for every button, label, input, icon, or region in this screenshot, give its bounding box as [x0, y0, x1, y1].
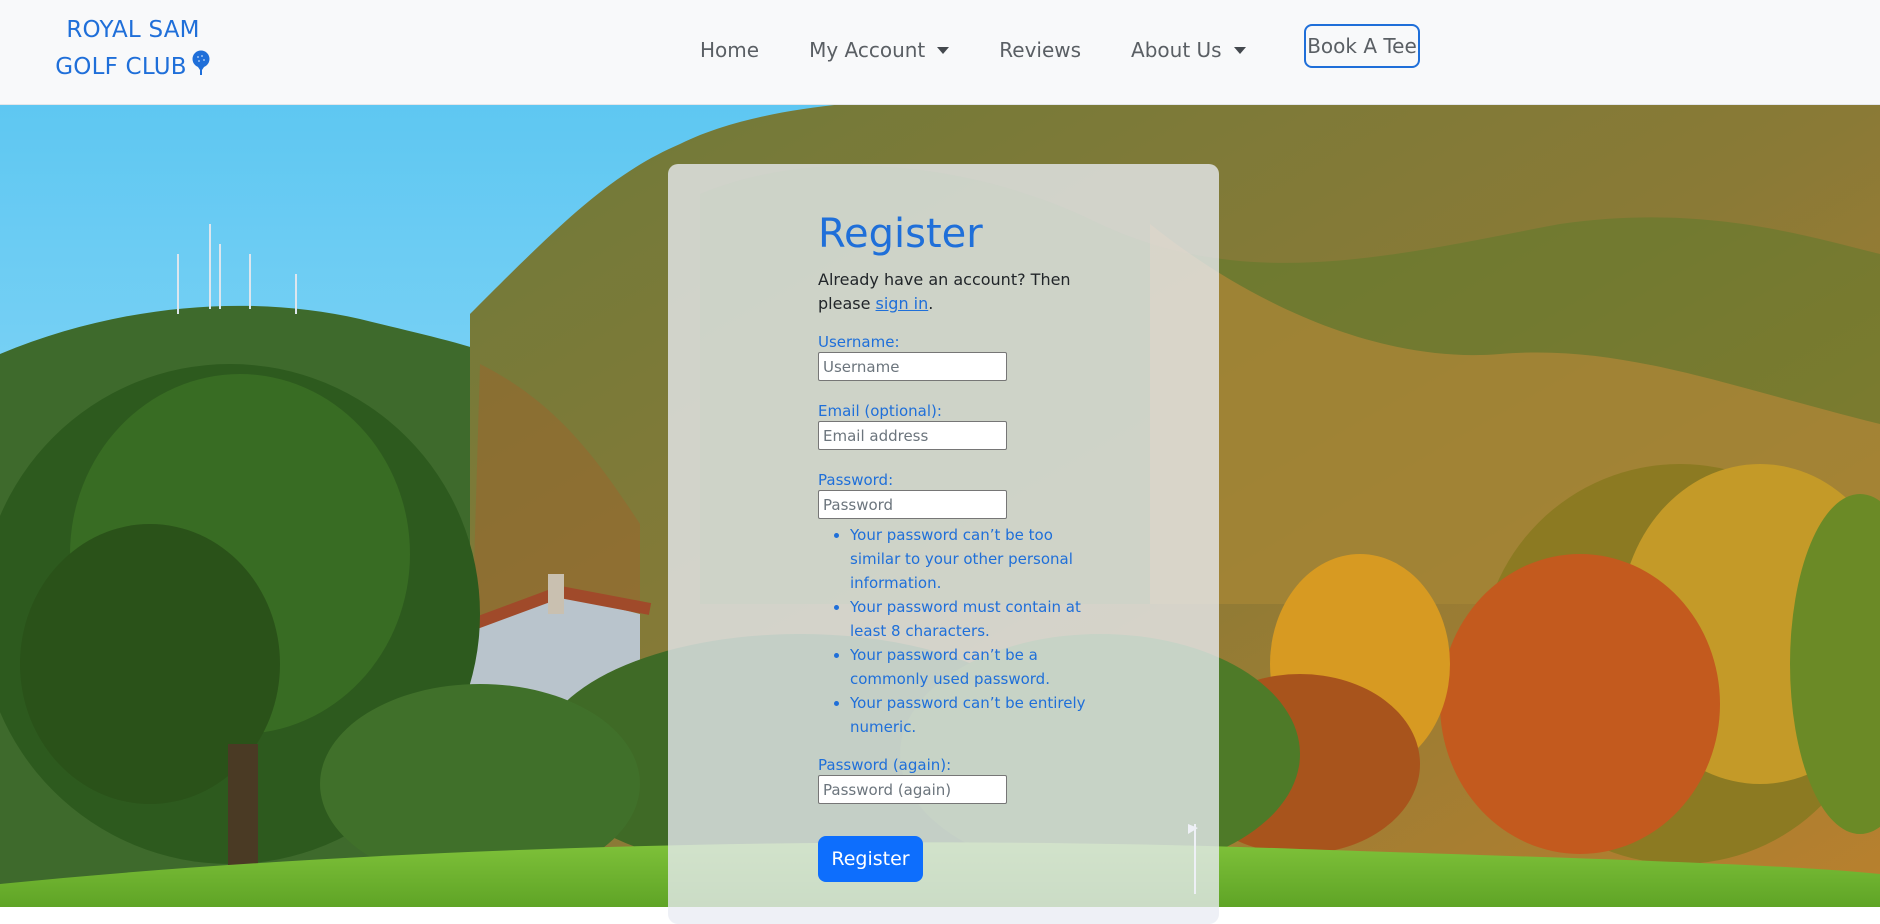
password-help-item: Your password must contain at least 8 ch… — [850, 595, 1090, 643]
register-form: Register Already have an account? Then p… — [818, 211, 1086, 882]
nav-home[interactable]: Home — [700, 38, 759, 62]
register-card: Register Already have an account? Then p… — [668, 164, 1219, 924]
brand-line-1: ROYAL SAM — [66, 17, 200, 43]
email-label: Email (optional): — [818, 402, 942, 420]
username-input[interactable] — [818, 352, 1007, 381]
password-help-item: Your password can’t be too similar to yo… — [850, 523, 1090, 595]
nav-about-us-label: About Us — [1131, 38, 1222, 62]
page-title: Register — [818, 211, 983, 257]
nav-about-us[interactable]: About Us — [1131, 38, 1246, 62]
signin-prompt-suffix: . — [928, 294, 934, 313]
username-label: Username: — [818, 333, 900, 351]
nav-my-account-label: My Account — [809, 38, 926, 62]
email-input[interactable] — [818, 421, 1007, 450]
brand-logo[interactable]: ROYAL SAM GOLF CLUB — [48, 12, 218, 88]
caret-down-icon — [1233, 46, 1246, 54]
nav-home-label: Home — [700, 38, 760, 62]
caret-down-icon — [937, 46, 950, 54]
password-help-item: Your password can’t be a commonly used p… — [850, 643, 1090, 691]
nav-reviews-label: Reviews — [999, 38, 1082, 62]
password-again-label: Password (again): — [818, 756, 952, 774]
password-label: Password: — [818, 471, 894, 489]
golf-ball-icon — [191, 50, 211, 88]
nav-reviews[interactable]: Reviews — [999, 38, 1081, 62]
register-button[interactable]: Register — [818, 836, 923, 882]
book-a-tee-button[interactable]: Book A Tee — [1304, 24, 1420, 68]
navbar: ROYAL SAM GOLF CLUB Home My Account Revi… — [0, 0, 1880, 105]
password-help-list: Your password can’t be too similar to yo… — [818, 523, 1090, 739]
signin-prompt-text: Already have an account? Then please — [818, 270, 1071, 313]
brand-line-2: GOLF CLUB — [55, 54, 187, 80]
password-again-input[interactable] — [818, 775, 1007, 804]
main-nav: Home My Account Reviews About Us — [700, 0, 1296, 100]
password-help-item: Your password can’t be entirely numeric. — [850, 691, 1090, 739]
nav-my-account[interactable]: My Account — [809, 38, 950, 62]
signin-prompt: Already have an account? Then please sig… — [818, 268, 1078, 316]
password-input[interactable] — [818, 490, 1007, 519]
sign-in-link[interactable]: sign in — [876, 294, 929, 313]
